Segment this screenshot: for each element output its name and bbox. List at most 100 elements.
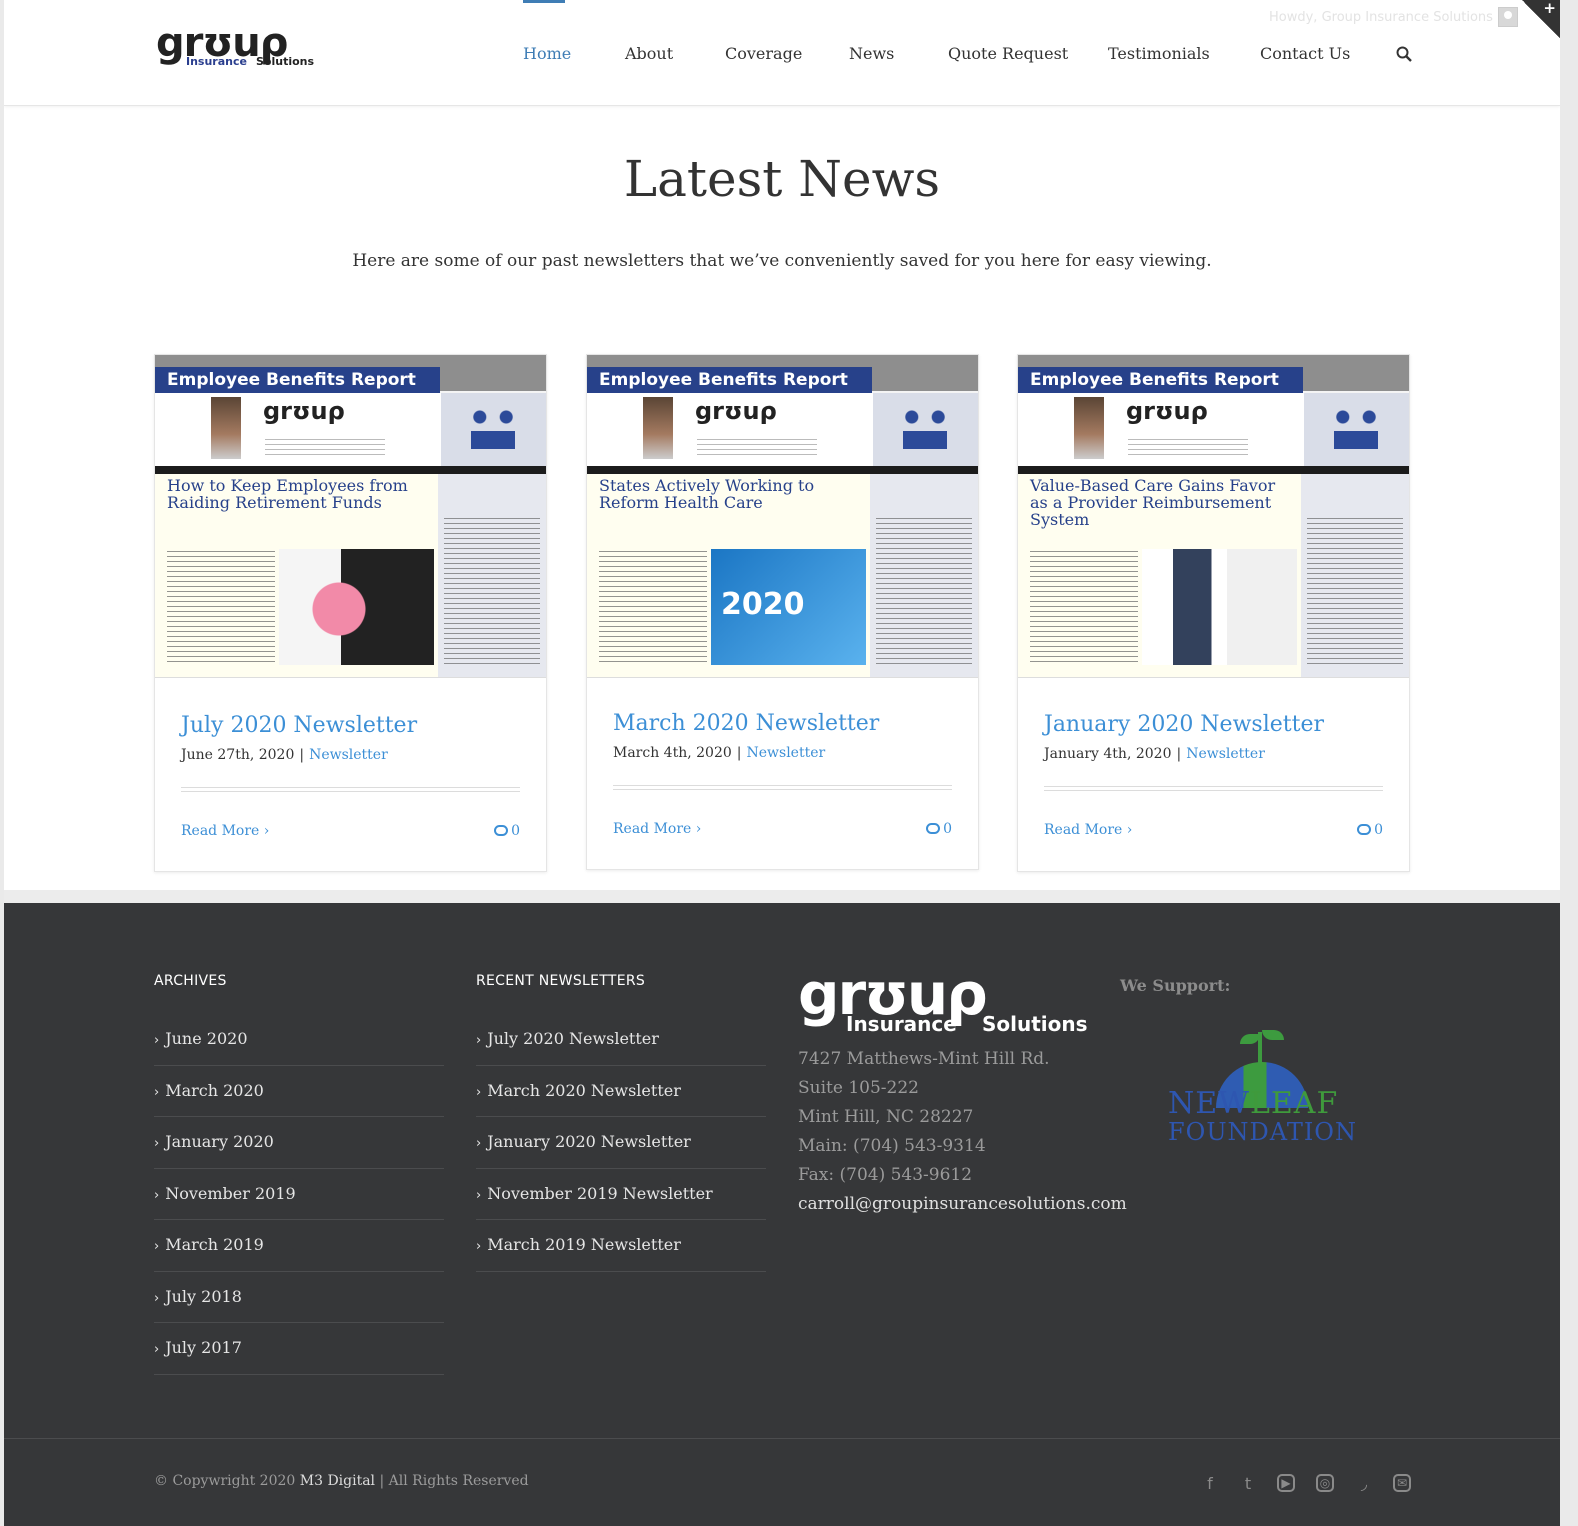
twitter-icon[interactable]: t (1238, 1474, 1258, 1494)
thumb-headline: States Actively Working to Reform Health… (599, 476, 815, 512)
recent-item[interactable]: › March 2019 Newsletter (476, 1220, 766, 1272)
admin-howdy[interactable]: Howdy, Group Insurance Solutions (1269, 10, 1493, 25)
thumb-headline: How to Keep Employees from Raiding Retir… (167, 476, 408, 512)
read-more-link[interactable]: Read More › (1044, 822, 1132, 838)
comments-link[interactable]: 0 (926, 821, 952, 837)
post-title[interactable]: July 2020 Newsletter (181, 713, 521, 738)
thumb-logo: grʊuρ (263, 397, 345, 425)
post-meta: June 27th, 2020 | Newsletter (181, 747, 388, 763)
people-icon (1304, 393, 1409, 467)
archive-item[interactable]: › June 2020 (154, 1014, 444, 1066)
comments-link[interactable]: 0 (1357, 822, 1383, 838)
footer-logo-insurance: Insurance (846, 1012, 957, 1036)
chevron-right-icon: › (154, 1342, 160, 1357)
thumb-logo: grʊuρ (695, 397, 777, 425)
archive-item[interactable]: › March 2020 (154, 1066, 444, 1117)
contact-email-link[interactable]: carroll@groupinsurancesolutions.com (798, 1194, 1127, 1214)
post-card: Employee Benefits Report grʊuρ States Ac… (586, 354, 979, 870)
chevron-right-icon: › (154, 1033, 160, 1048)
piggy-bank-image (279, 549, 434, 665)
nav-quote-request[interactable]: Quote Request (948, 44, 1068, 63)
logo-solutions: Solutions (256, 55, 315, 68)
facebook-icon[interactable]: f (1200, 1474, 1220, 1494)
chevron-right-icon: › (695, 821, 702, 837)
handshake-image (1142, 549, 1297, 665)
recent-item[interactable]: › March 2020 Newsletter (476, 1066, 766, 1117)
nav-about[interactable]: About (625, 44, 673, 63)
archive-item[interactable]: › July 2018 (154, 1272, 444, 1323)
youtube-icon[interactable]: ▶ (1277, 1474, 1295, 1492)
tablet-image: 2020 (711, 549, 866, 665)
page-title: Latest News (623, 150, 941, 208)
post-category[interactable]: Newsletter (1186, 746, 1265, 762)
post-meta: January 4th, 2020 | Newsletter (1044, 746, 1265, 762)
archives-heading: ARCHIVES (154, 973, 227, 989)
comment-icon (926, 823, 941, 834)
page: grʊuρ Insurance Solutions Home About Cov… (4, 0, 1560, 1526)
read-more-link[interactable]: Read More › (181, 823, 269, 839)
recent-item[interactable]: › July 2020 Newsletter (476, 1014, 766, 1066)
email-icon[interactable]: ✉ (1393, 1474, 1411, 1492)
main-phone: Main: (704) 543-9314 (798, 1136, 986, 1156)
archive-item[interactable]: › March 2019 (154, 1220, 444, 1272)
search-icon[interactable] (1396, 46, 1412, 62)
m3-digital-link[interactable]: M3 Digital (300, 1473, 375, 1489)
archive-item[interactable]: › January 2020 (154, 1117, 444, 1169)
thumb-photo (643, 397, 673, 459)
plus-icon: + (1543, 0, 1556, 17)
site-logo[interactable]: grʊuρ Insurance Solutions (156, 20, 316, 74)
instagram-icon[interactable]: ◎ (1316, 1474, 1334, 1492)
thumb-report-title: Employee Benefits Report (155, 367, 440, 393)
post-date: June 27th, 2020 (181, 747, 295, 763)
post-category[interactable]: Newsletter (309, 747, 388, 763)
corner-toggle[interactable]: + (1522, 0, 1560, 38)
rss-icon[interactable]: ◞ (1354, 1474, 1374, 1494)
thumb-photo (211, 397, 241, 459)
page-intro: Here are some of our past newsletters th… (352, 251, 1212, 271)
nav-home[interactable]: Home (523, 44, 571, 63)
address-city: Mint Hill, NC 28227 (798, 1107, 974, 1127)
new-leaf-foundation-logo[interactable]: NEWLEAF FOUNDATION (1164, 1030, 1364, 1150)
post-title[interactable]: January 2020 Newsletter (1044, 712, 1384, 737)
post-thumbnail[interactable]: Employee Benefits Report grʊuρ How to Ke… (155, 355, 546, 678)
chevron-right-icon: › (154, 1290, 160, 1306)
comment-icon (1357, 824, 1372, 835)
avatar[interactable] (1498, 7, 1518, 27)
nav-active-indicator (523, 0, 565, 3)
recent-item[interactable]: › November 2019 Newsletter (476, 1169, 766, 1220)
post-thumbnail[interactable]: Employee Benefits Report grʊuρ Value-Bas… (1018, 355, 1409, 678)
footer-logo: grʊuρ Insurance Solutions (798, 960, 1098, 1048)
archive-item[interactable]: › November 2019 (154, 1169, 444, 1220)
post-title[interactable]: March 2020 Newsletter (613, 711, 953, 736)
thumb-headline: Value-Based Care Gains Favor as a Provid… (1030, 476, 1276, 529)
chevron-right-icon: › (1126, 822, 1133, 838)
thumb-photo (1074, 397, 1104, 459)
post-card: Employee Benefits Report grʊuρ Value-Bas… (1017, 354, 1410, 872)
archive-item[interactable]: › July 2017 (154, 1323, 444, 1375)
chevron-right-icon: › (476, 1239, 482, 1254)
chevron-right-icon: › (476, 1084, 482, 1100)
thumb-report-title: Employee Benefits Report (587, 367, 872, 393)
nav-contact-us[interactable]: Contact Us (1260, 44, 1350, 63)
site-header: grʊuρ Insurance Solutions Home About Cov… (4, 0, 1560, 106)
logo-insurance: Insurance (186, 55, 247, 68)
nav-news[interactable]: News (849, 44, 894, 63)
comment-icon (494, 825, 509, 836)
thumb-report-title: Employee Benefits Report (1018, 367, 1303, 393)
post-date: March 4th, 2020 (613, 745, 732, 761)
nav-coverage[interactable]: Coverage (725, 44, 802, 63)
we-support-heading: We Support: (1120, 976, 1231, 995)
post-date: January 4th, 2020 (1044, 746, 1172, 762)
read-more-link[interactable]: Read More › (613, 821, 701, 837)
nav-testimonials[interactable]: Testimonials (1108, 44, 1210, 63)
divider (613, 785, 952, 790)
recent-item[interactable]: › January 2020 Newsletter (476, 1117, 766, 1169)
comments-link[interactable]: 0 (494, 823, 520, 839)
post-category[interactable]: Newsletter (746, 745, 825, 761)
chevron-right-icon: › (154, 1084, 160, 1100)
divider (1044, 786, 1383, 791)
thumb-logo: grʊuρ (1126, 397, 1208, 425)
post-thumbnail[interactable]: Employee Benefits Report grʊuρ States Ac… (587, 355, 978, 678)
footer-logo-solutions: Solutions (982, 1012, 1088, 1036)
fax: Fax: (704) 543-9612 (798, 1165, 973, 1185)
